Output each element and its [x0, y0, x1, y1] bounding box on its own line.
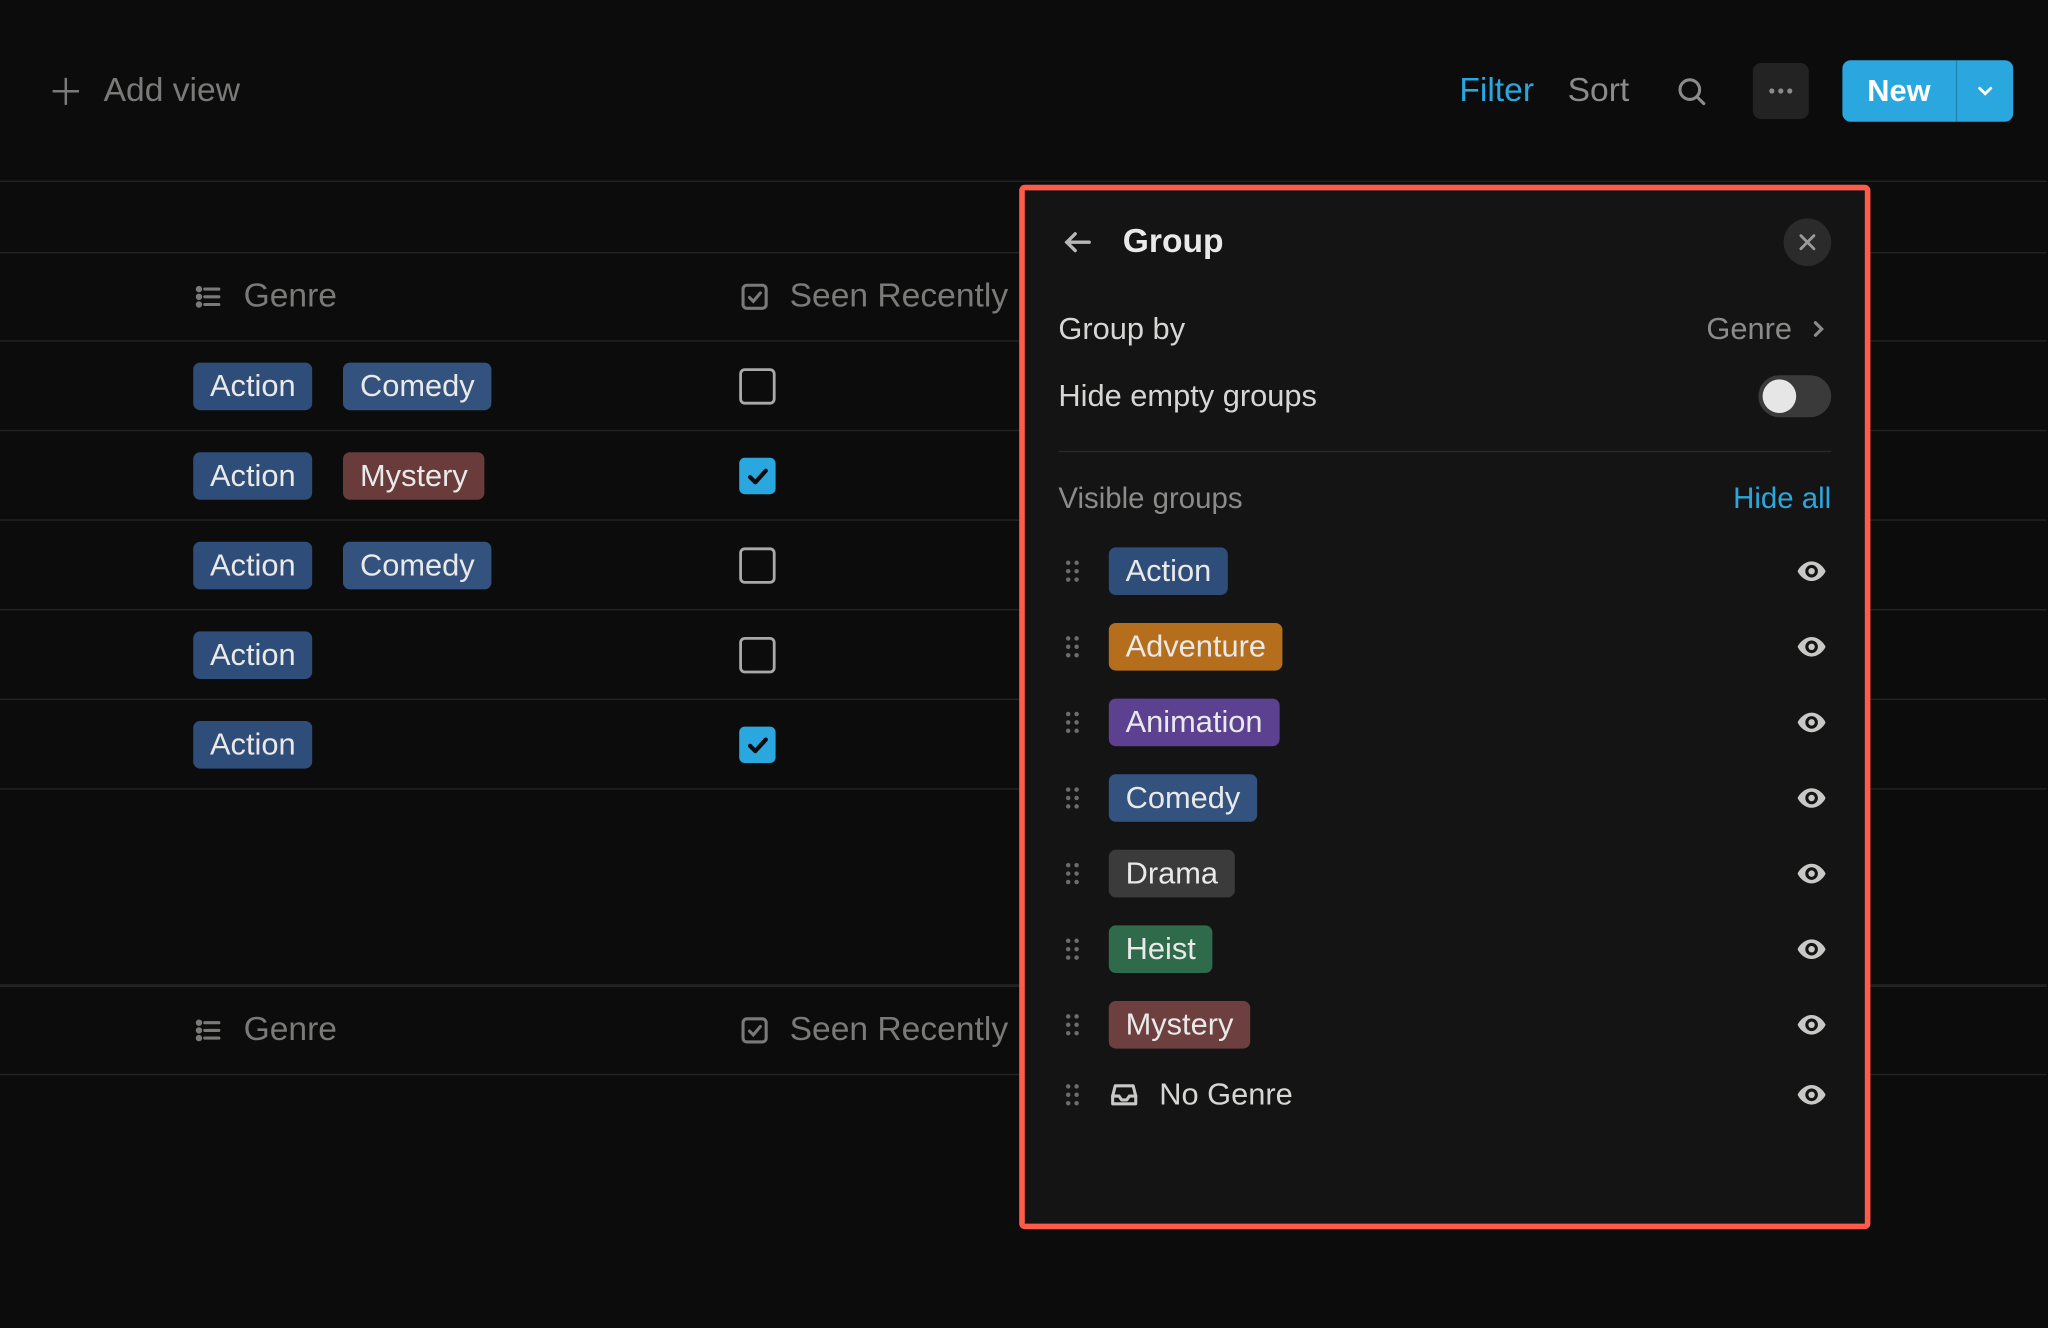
genre-tag: Action	[193, 362, 312, 410]
close-button[interactable]	[1784, 218, 1832, 266]
drag-handle[interactable]	[1058, 1081, 1086, 1109]
visibility-toggle[interactable]	[1792, 781, 1831, 815]
group-tag: Heist	[1109, 925, 1213, 973]
seen-checkbox[interactable]	[739, 368, 775, 404]
group-tag: Animation	[1109, 699, 1280, 747]
column-header-label: Genre	[244, 277, 337, 316]
dots-icon	[1765, 75, 1796, 106]
back-button[interactable]	[1058, 223, 1097, 262]
seen-checkbox[interactable]	[739, 636, 775, 672]
group-item[interactable]: Adventure	[1058, 609, 1831, 685]
column-header-genre[interactable]: Genre	[0, 1011, 714, 1050]
drag-handle[interactable]	[1058, 1011, 1086, 1039]
group-popover: Group Group by Genre Hide empty groups	[1019, 185, 1870, 1229]
group-by-row[interactable]: Group by Genre	[1058, 297, 1831, 361]
search-button[interactable]	[1663, 62, 1719, 118]
genre-tag: Mystery	[343, 452, 484, 500]
drag-handle[interactable]	[1058, 860, 1086, 888]
list-icon	[193, 1015, 224, 1046]
arrow-left-icon	[1061, 225, 1095, 259]
visibility-toggle[interactable]	[1792, 630, 1831, 664]
group-tag: Comedy	[1109, 774, 1257, 822]
inbox-icon	[1109, 1079, 1140, 1110]
column-header-label: Seen Recently	[790, 277, 1009, 316]
seen-checkbox[interactable]	[739, 457, 775, 493]
cell-genre[interactable]: Action Comedy	[0, 541, 714, 589]
group-item[interactable]: Mystery	[1058, 987, 1831, 1063]
popover-title: Group	[1123, 223, 1224, 262]
list-icon	[193, 281, 224, 312]
group-item[interactable]: Drama	[1058, 836, 1831, 912]
chevron-right-icon	[1806, 316, 1831, 341]
visible-groups-label: Visible groups	[1058, 483, 1242, 517]
visibility-toggle[interactable]	[1792, 554, 1831, 588]
new-button-dropdown[interactable]	[1956, 60, 2013, 122]
genre-tag: Action	[193, 720, 312, 768]
close-icon	[1796, 231, 1818, 253]
visibility-toggle[interactable]	[1792, 1008, 1831, 1042]
group-tag: Adventure	[1109, 623, 1283, 671]
group-item[interactable]: Comedy	[1058, 760, 1831, 836]
column-header-genre[interactable]: Genre	[0, 277, 714, 316]
more-button[interactable]	[1752, 62, 1808, 118]
genre-tag: Comedy	[343, 541, 491, 589]
genre-tag: Action	[193, 452, 312, 500]
hide-empty-row: Hide empty groups	[1058, 361, 1831, 431]
cell-genre[interactable]: Action	[0, 631, 714, 679]
drag-handle[interactable]	[1058, 557, 1086, 585]
seen-checkbox[interactable]	[739, 726, 775, 762]
toolbar: ＋ Add view Filter Sort New	[0, 0, 2047, 182]
group-by-value-text: Genre	[1706, 311, 1792, 347]
group-item-no-genre[interactable]: No Genre	[1058, 1063, 1831, 1127]
drag-handle[interactable]	[1058, 708, 1086, 736]
visibility-toggle[interactable]	[1792, 932, 1831, 966]
chevron-down-icon	[1974, 79, 1996, 101]
group-item[interactable]: Heist	[1058, 911, 1831, 987]
toggle-knob	[1763, 379, 1797, 413]
group-tag: Drama	[1109, 850, 1235, 898]
visibility-toggle[interactable]	[1792, 706, 1831, 740]
visibility-toggle[interactable]	[1792, 1078, 1831, 1112]
group-tag: Mystery	[1109, 1001, 1250, 1049]
new-button-label[interactable]: New	[1842, 60, 1956, 122]
filter-button[interactable]: Filter	[1459, 71, 1534, 110]
column-header-label: Seen Recently	[790, 1011, 1009, 1050]
genre-tag: Action	[193, 631, 312, 679]
add-view-label: Add view	[104, 71, 240, 110]
divider	[1058, 451, 1831, 452]
column-header-label: Genre	[244, 1011, 337, 1050]
search-icon	[1674, 74, 1708, 108]
drag-handle[interactable]	[1058, 784, 1086, 812]
drag-handle[interactable]	[1058, 935, 1086, 963]
cell-genre[interactable]: Action Mystery	[0, 452, 714, 500]
plus-icon: ＋	[48, 64, 84, 116]
checkbox-icon	[739, 281, 770, 312]
group-item[interactable]: Action	[1058, 533, 1831, 609]
add-view-button[interactable]: ＋ Add view	[28, 50, 260, 130]
visibility-toggle[interactable]	[1792, 857, 1831, 891]
seen-checkbox[interactable]	[739, 547, 775, 583]
sort-button[interactable]: Sort	[1568, 71, 1630, 110]
group-tag: Action	[1109, 547, 1228, 595]
group-by-value[interactable]: Genre	[1706, 311, 1831, 347]
new-button[interactable]: New	[1842, 60, 2013, 122]
checkbox-icon	[739, 1015, 770, 1046]
genre-tag: Action	[193, 541, 312, 589]
no-genre-label: No Genre	[1159, 1077, 1293, 1113]
genre-tag: Comedy	[343, 362, 491, 410]
group-by-label: Group by	[1058, 311, 1185, 347]
cell-genre[interactable]: Action	[0, 720, 714, 768]
drag-handle[interactable]	[1058, 633, 1086, 661]
hide-all-button[interactable]: Hide all	[1733, 483, 1831, 517]
hide-empty-label: Hide empty groups	[1058, 378, 1317, 414]
group-item[interactable]: Animation	[1058, 685, 1831, 761]
cell-genre[interactable]: Action Comedy	[0, 362, 714, 410]
hide-empty-toggle[interactable]	[1758, 375, 1831, 417]
